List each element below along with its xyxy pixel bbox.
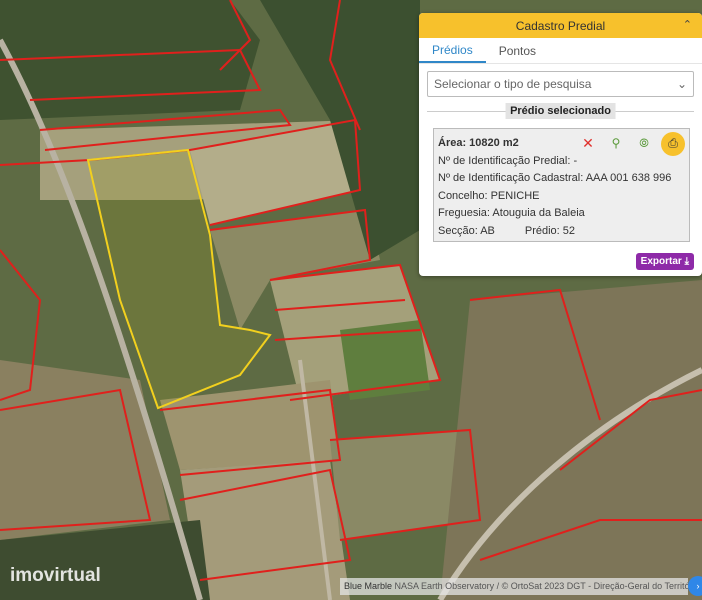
map-attribution: Blue Marble NASA Earth Observatory / © O… xyxy=(340,578,688,595)
compass-icon[interactable]: ⦾ xyxy=(633,133,655,155)
print-icon[interactable]: ⎙ xyxy=(661,132,685,156)
attribution-blue-marble[interactable]: Blue Marble xyxy=(344,581,392,591)
section-divider: Prédio selecionado xyxy=(427,103,694,119)
imovirtual-watermark: imovirtual xyxy=(10,565,101,586)
download-icon: ⤓ xyxy=(684,256,689,267)
cadastral-id: Nº de Identificação Cadastral: AAA 001 6… xyxy=(438,172,672,184)
chevron-down-icon: ⌄ xyxy=(676,77,687,91)
tab-pontos[interactable]: Pontos xyxy=(486,38,549,63)
search-icon[interactable]: ⚲ xyxy=(605,133,627,155)
predio: Prédio: 52 xyxy=(524,224,576,237)
cadastro-predial-panel: Cadastro Predial ⌃ Prédios Pontos Seleci… xyxy=(419,13,702,276)
search-type-select[interactable]: Selecionar o tipo de pesquisa ⌄ xyxy=(427,71,694,97)
section-label: Prédio selecionado xyxy=(505,103,616,119)
concelho: Concelho: PENICHE xyxy=(438,189,540,202)
chevron-up-icon[interactable]: ⌃ xyxy=(683,18,692,31)
attribution-toggle-button[interactable]: › xyxy=(688,576,702,596)
export-button[interactable]: Exportar ⤓ xyxy=(635,253,694,270)
close-icon[interactable]: ✕ xyxy=(577,133,599,155)
tab-predios[interactable]: Prédios xyxy=(419,38,486,63)
panel-header[interactable]: Cadastro Predial ⌃ xyxy=(419,13,702,38)
property-card: Área: 10820 m2 ✕ ⚲ ⦾ ⎙ Nº de Identificaç… xyxy=(433,128,690,242)
search-type-value: Selecionar o tipo de pesquisa xyxy=(434,77,592,91)
seccao: Secção: AB xyxy=(438,224,495,237)
export-label: Exportar xyxy=(640,256,682,267)
panel-title: Cadastro Predial xyxy=(515,18,606,33)
attribution-text: NASA Earth Observatory / © OrtoSat 2023 … xyxy=(394,581,688,591)
freguesia: Freguesia: Atouguia da Baleia xyxy=(438,207,585,219)
